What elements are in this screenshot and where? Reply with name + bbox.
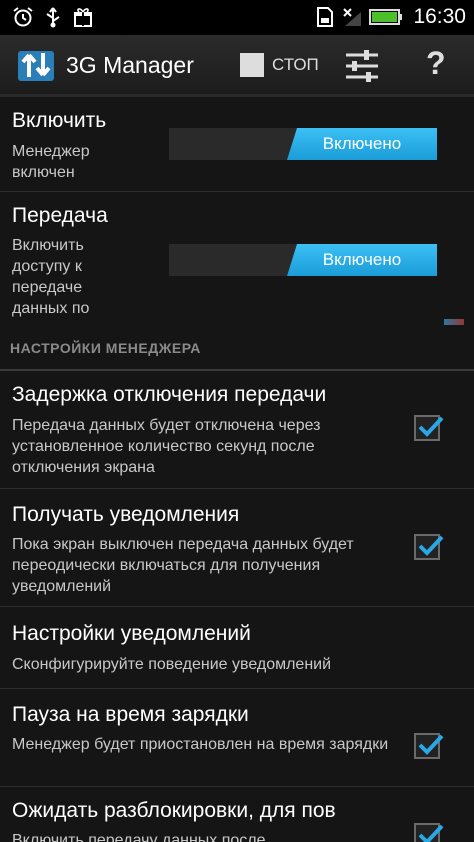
disconnect-delay-checkbox[interactable] xyxy=(414,415,444,441)
row-title: Включить xyxy=(12,109,107,132)
action-bar: 3G Manager СТОП ? xyxy=(0,35,474,97)
preferences-list: Включить Менеджер включен Включено Перед… xyxy=(0,97,474,842)
toggle-row-data-transfer[interactable]: Передача Включить доступу к передаче дан… xyxy=(0,192,474,322)
row-summary: Включить передачу данных после xyxy=(12,832,266,842)
setting-wait-unlock[interactable]: Ожидать разблокировки, для пов Включить … xyxy=(0,787,474,842)
setting-disconnect-delay[interactable]: Задержка отключения передачи Передача да… xyxy=(0,371,474,489)
battery-icon xyxy=(369,9,403,25)
setting-pause-while-charging[interactable]: Пауза на время зарядки Менеджер будет пр… xyxy=(0,689,474,787)
checkmark-icon xyxy=(418,824,444,842)
toggle-on-part: Включено xyxy=(287,244,437,276)
pause-charging-checkbox[interactable] xyxy=(414,733,444,759)
row-summary: Сконфигурируйте поведение уведомлений xyxy=(12,656,332,673)
app-logo-icon[interactable] xyxy=(16,45,56,85)
row-summary: Менеджер включен xyxy=(12,143,90,181)
setting-receive-notifications[interactable]: Получать уведомления Пока экран выключен… xyxy=(0,489,474,607)
enable-toggle[interactable]: Включено xyxy=(169,128,437,160)
checkmark-icon xyxy=(418,535,444,556)
settings-sliders-icon[interactable] xyxy=(344,49,380,83)
toggle-row-enable[interactable]: Включить Менеджер включен Включено xyxy=(0,97,474,192)
row-title: Передача xyxy=(12,204,108,227)
row-summary: Пока экран выключен передача данных буде… xyxy=(12,536,354,595)
help-icon[interactable]: ? xyxy=(426,45,446,82)
alarm-icon xyxy=(13,7,33,27)
row-title: Задержка отключения передачи xyxy=(12,383,327,406)
row-title: Ожидать разблокировки, для пов xyxy=(12,799,336,822)
row-summary: Менеджер будет приостановлен на время за… xyxy=(12,736,389,753)
gift-icon xyxy=(74,8,92,27)
stop-square-icon[interactable] xyxy=(240,53,264,77)
toggle-on-part: Включено xyxy=(287,128,437,160)
toggle-state-label: Включено xyxy=(322,250,402,269)
status-bar: 16:30 xyxy=(0,0,474,35)
status-bar-right: 16:30 xyxy=(313,5,466,29)
section-header: НАСТРОЙКИ МЕНЕДЖЕРА xyxy=(10,340,201,356)
toggle-state-label: Включено xyxy=(322,134,402,153)
row-title: Настройки уведомлений xyxy=(12,622,251,645)
usb-icon xyxy=(46,7,60,28)
row-title: Получать уведомления xyxy=(12,503,240,526)
setting-notification-settings[interactable]: Настройки уведомлений Сконфигурируйте по… xyxy=(0,607,474,689)
row-summary: Передача данных будет отключена через ус… xyxy=(12,417,321,476)
data-transfer-toggle[interactable]: Включено xyxy=(169,244,437,276)
scroll-indicator xyxy=(444,319,464,325)
clock: 16:30 xyxy=(413,5,466,28)
receive-notifications-checkbox[interactable] xyxy=(414,534,444,560)
checkmark-icon xyxy=(418,416,444,437)
row-title: Пауза на время зарядки xyxy=(12,703,249,726)
wait-unlock-checkbox[interactable] xyxy=(414,823,444,842)
status-bar-left xyxy=(12,6,94,28)
signal-off-icon xyxy=(343,8,362,26)
sd-card-icon xyxy=(317,7,334,27)
app-title: 3G Manager xyxy=(66,52,194,78)
checkmark-icon xyxy=(418,734,444,755)
row-summary: Включить доступу к передаче данных по xyxy=(12,237,90,317)
stop-button-label[interactable]: СТОП xyxy=(272,55,319,75)
